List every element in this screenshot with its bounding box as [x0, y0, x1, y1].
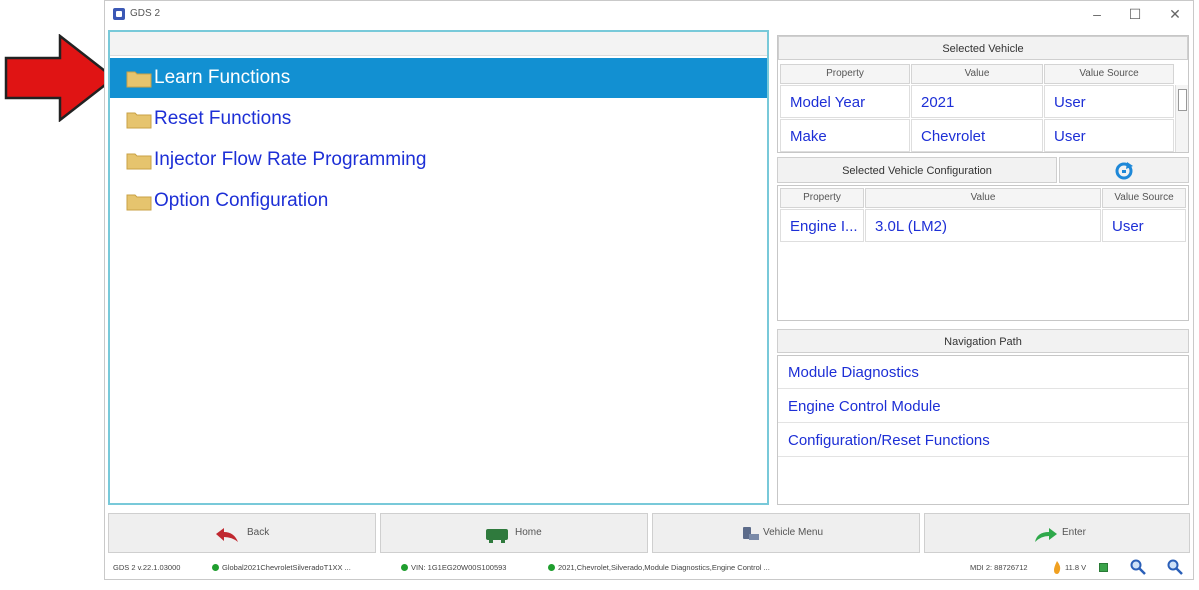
col-property: Property: [780, 188, 864, 208]
folder-icon: [126, 153, 152, 170]
minimize-button[interactable]: –: [1083, 3, 1111, 25]
cell-property: Engine I...: [780, 209, 864, 242]
cell-value-source: User: [1044, 85, 1174, 118]
col-value: Value: [911, 64, 1043, 84]
vehicle-config-title: Selected Vehicle Configuration: [777, 157, 1057, 183]
gds2-window: GDS 2 – ☐ ✕ Learn Functions Reset Functi…: [104, 0, 1194, 580]
nav-item-engine-control-module[interactable]: Engine Control Module: [778, 390, 1188, 423]
tree-header: [110, 32, 767, 56]
back-arrow-icon: [216, 528, 238, 542]
tree-item-label: Learn Functions: [154, 67, 291, 88]
cell-property: Make: [780, 119, 910, 152]
folder-icon: [126, 71, 152, 88]
search-icon[interactable]: [1167, 559, 1183, 575]
maximize-button[interactable]: ☐: [1121, 3, 1149, 25]
tree-item-injector-flow-rate[interactable]: Injector Flow Rate Programming: [110, 140, 767, 180]
tree-item-learn-functions[interactable]: Learn Functions: [110, 58, 767, 98]
vehicle-config-panel: Property Value Value Source Engine I... …: [777, 185, 1189, 321]
nav-item-configuration-reset[interactable]: Configuration/Reset Functions: [778, 424, 1188, 457]
status-bar: GDS 2 v.22.1.03000 Global2021ChevroletSi…: [105, 557, 1193, 579]
selected-vehicle-title: Selected Vehicle: [778, 36, 1188, 60]
app-icon: [113, 8, 125, 20]
tree-item-option-configuration[interactable]: Option Configuration: [110, 181, 767, 221]
navigation-path-title: Navigation Path: [777, 329, 1189, 353]
col-value: Value: [865, 188, 1101, 208]
folder-icon: [126, 194, 152, 211]
navigation-path-panel: Module Diagnostics Engine Control Module…: [777, 355, 1189, 505]
nav-item-module-diagnostics[interactable]: Module Diagnostics: [778, 356, 1188, 389]
cell-value: 2021: [911, 85, 1043, 118]
status-path: 2021,Chevrolet,Silverado,Module Diagnost…: [558, 563, 770, 572]
vehicle-menu-button[interactable]: Vehicle Menu: [652, 513, 920, 553]
cell-value: 3.0L (LM2): [865, 209, 1101, 242]
window-title: GDS 2: [130, 8, 161, 19]
close-button[interactable]: ✕: [1161, 3, 1189, 25]
enter-button-label: Enter: [1062, 527, 1086, 538]
vehicle-scrollbar[interactable]: [1175, 85, 1188, 152]
selected-vehicle-panel: Selected Vehicle Property Value Value So…: [777, 35, 1189, 153]
folder-icon: [126, 112, 152, 129]
battery-icon: [1099, 563, 1108, 572]
status-vin: VIN: 1G1EG20W00S100593: [411, 563, 507, 572]
back-button-label: Back: [247, 527, 270, 538]
status-mdi: MDI 2: 88726712: [970, 563, 1028, 572]
home-icon: [486, 529, 508, 543]
status-version: GDS 2 v.22.1.03000: [113, 563, 181, 572]
refresh-icon: [1115, 162, 1133, 180]
back-button[interactable]: Back: [108, 513, 376, 553]
status-ok-icon: [401, 564, 408, 571]
home-button-label: Home: [515, 527, 542, 538]
scrollbar-thumb[interactable]: [1178, 89, 1187, 111]
vehicle-menu-label: Vehicle Menu: [763, 527, 824, 538]
zoom-icon[interactable]: [1130, 559, 1146, 575]
col-property: Property: [780, 64, 910, 84]
refresh-button[interactable]: [1059, 157, 1189, 183]
status-ok-icon: [548, 564, 555, 571]
flame-icon: [1054, 561, 1061, 574]
tree-item-label: Injector Flow Rate Programming: [154, 149, 427, 170]
cell-value-source: User: [1102, 209, 1186, 242]
enter-button[interactable]: Enter: [924, 513, 1190, 553]
status-ok-icon: [212, 564, 219, 571]
col-value-source: Value Source: [1044, 64, 1174, 84]
status-session: Global2021ChevroletSilveradoT1XX ...: [222, 563, 351, 572]
vehicle-menu-icon: [743, 527, 759, 540]
tree-item-label: Option Configuration: [154, 190, 329, 211]
cell-property: Model Year: [780, 85, 910, 118]
function-tree-panel: Learn Functions Reset Functions Injector…: [108, 30, 769, 505]
red-arrow-icon: [4, 34, 116, 122]
tree-item-label: Reset Functions: [154, 108, 292, 129]
enter-arrow-icon: [1035, 528, 1057, 542]
home-button[interactable]: Home: [380, 513, 648, 553]
status-voltage: 11.8 V: [1065, 563, 1087, 572]
cell-value: Chevrolet: [911, 119, 1043, 152]
col-value-source: Value Source: [1102, 188, 1186, 208]
cell-value-source: User: [1044, 119, 1174, 152]
tree-item-reset-functions[interactable]: Reset Functions: [110, 99, 767, 139]
title-bar: GDS 2 – ☐ ✕: [105, 1, 1193, 29]
